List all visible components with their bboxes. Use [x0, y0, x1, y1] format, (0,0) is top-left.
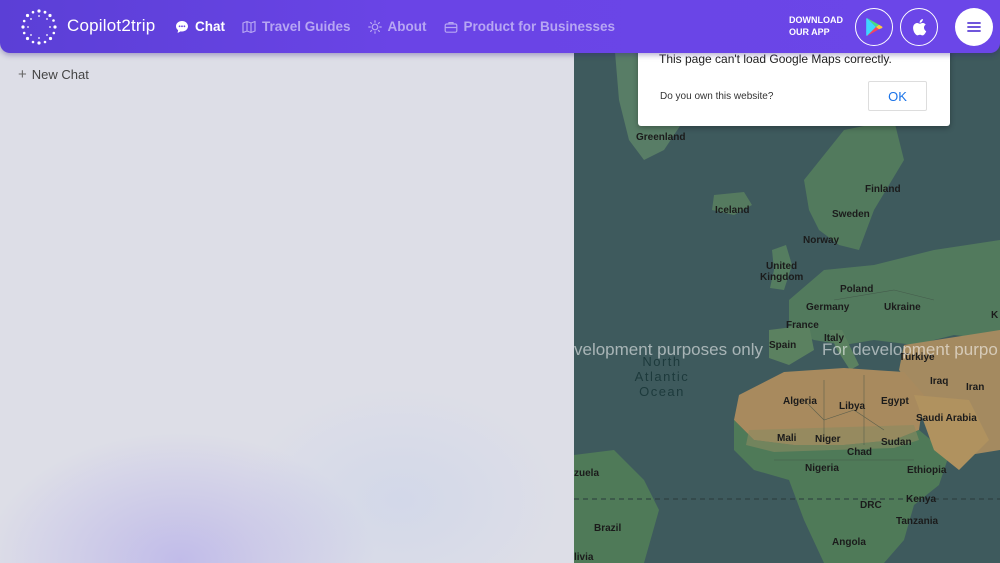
- sun-icon: [367, 19, 382, 34]
- map-label-mali: Mali: [777, 433, 797, 444]
- map-label-ethiopia: Ethiopia: [907, 465, 947, 476]
- map-label-venezuela: zuela: [574, 468, 600, 479]
- ocean-line-3: Ocean: [639, 384, 685, 399]
- map-label-spain: Spain: [769, 340, 797, 351]
- map-label-iraq: Iraq: [930, 376, 949, 387]
- apple-icon: [913, 19, 927, 36]
- map-label-norway: Norway: [803, 235, 840, 246]
- ok-button[interactable]: OK: [868, 81, 927, 111]
- map-label-nigeria: Nigeria: [805, 463, 839, 474]
- map-label-chad: Chad: [847, 447, 872, 458]
- map-label-sweden: Sweden: [832, 209, 870, 220]
- map-label-k: K: [991, 310, 999, 321]
- dialog-message: This page can't load Google Maps correct…: [659, 52, 892, 66]
- app-store-button[interactable]: [900, 8, 938, 46]
- nav-item-chat[interactable]: Chat: [175, 19, 225, 34]
- new-chat-label: New Chat: [31, 67, 89, 82]
- dev-watermark-right: For development purpo: [822, 340, 998, 359]
- map-label-bolivia: livia: [574, 552, 594, 563]
- map-label-sudan: Sudan: [881, 437, 912, 448]
- briefcase-icon: [444, 21, 457, 33]
- map-label-tanzania: Tanzania: [896, 516, 939, 527]
- map-label-iran: Iran: [966, 382, 985, 393]
- map-label-saudi-arabia: Saudi Arabia: [916, 413, 977, 424]
- download-line-2: OUR APP: [789, 27, 830, 37]
- own-website-link[interactable]: Do you own this website?: [660, 91, 773, 102]
- uk-line-1: United: [766, 261, 798, 272]
- map-label-poland: Poland: [840, 284, 874, 295]
- main-nav: Chat Travel Guides About Product for Bus…: [175, 0, 632, 53]
- download-app-label: DOWNLOAD OUR APP: [789, 14, 843, 38]
- ocean-line-2: Atlantic: [634, 369, 690, 384]
- menu-button[interactable]: [955, 8, 993, 46]
- hamburger-menu-icon: [967, 22, 981, 32]
- nav-item-travel-guides[interactable]: Travel Guides: [242, 19, 351, 34]
- nav-item-label: Chat: [195, 19, 225, 34]
- map-label-germany: Germany: [806, 302, 850, 313]
- map-label-niger: Niger: [815, 434, 841, 445]
- nav-item-label: About: [387, 19, 427, 34]
- nav-item-about[interactable]: About: [367, 19, 427, 34]
- chat-panel: + New Chat: [0, 0, 574, 563]
- top-navigation-bar: Copilot2trip Chat Travel Guides About Pr…: [0, 0, 1000, 53]
- google-play-button[interactable]: [855, 8, 893, 46]
- map-label-drc: DRC: [860, 500, 882, 511]
- nav-item-label: Product for Businesses: [463, 19, 616, 34]
- map-label-algeria: Algeria: [783, 396, 817, 407]
- map-label-kenya: Kenya: [906, 494, 937, 505]
- chat-bubble-icon: [176, 20, 188, 33]
- map-label-ukraine: Ukraine: [884, 302, 921, 313]
- logo-icon[interactable]: [20, 8, 58, 46]
- brand-name[interactable]: Copilot2trip: [67, 16, 155, 36]
- google-play-icon: [866, 18, 883, 36]
- map-label-greenland: Greenland: [636, 132, 686, 143]
- plus-icon: +: [18, 66, 27, 83]
- new-chat-button[interactable]: + New Chat: [18, 67, 89, 82]
- download-line-1: DOWNLOAD: [789, 15, 843, 25]
- map-label-iceland: Iceland: [715, 205, 750, 216]
- ocean-label-north-atlantic: North Atlantic Ocean: [622, 354, 702, 399]
- map-label-angola: Angola: [832, 537, 866, 548]
- map-label-france: France: [786, 320, 819, 331]
- nav-item-product-for-businesses[interactable]: Product for Businesses: [444, 19, 616, 34]
- map-label-libya: Libya: [839, 401, 866, 412]
- nav-item-label: Travel Guides: [262, 19, 351, 34]
- map-label-united-kingdom: United Kingdom: [760, 261, 803, 283]
- map-label-finland: Finland: [865, 184, 901, 195]
- uk-line-2: Kingdom: [760, 272, 804, 283]
- map-book-icon: [242, 20, 256, 33]
- map-label-brazil: Brazil: [594, 523, 622, 534]
- dev-watermark-left: velopment purposes only: [574, 340, 764, 359]
- map-label-egypt: Egypt: [881, 396, 909, 407]
